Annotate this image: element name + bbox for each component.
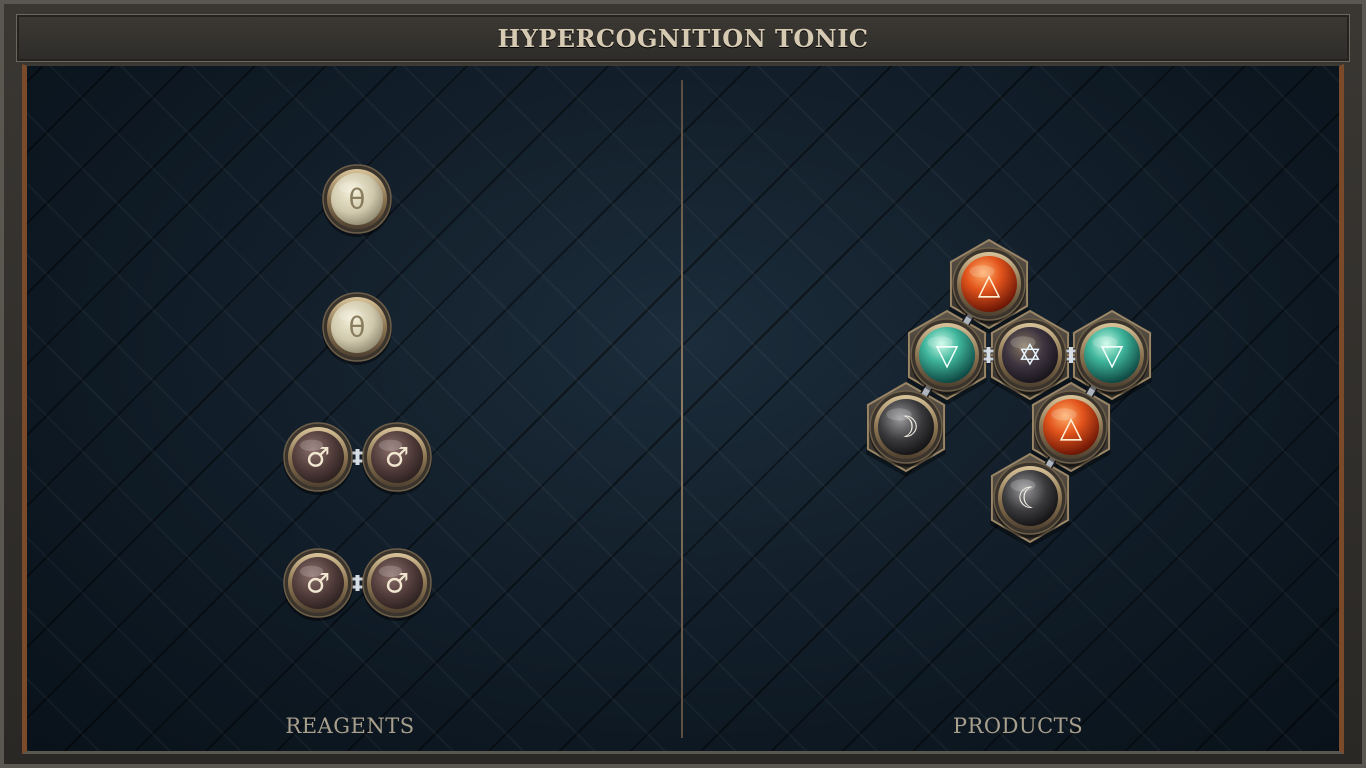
fire-atom: △ <box>952 247 1026 324</box>
salt-atom: θ <box>322 164 392 237</box>
salt-symbol: θ <box>349 312 366 343</box>
iron-symbol: ♂ <box>306 442 330 473</box>
water-atom: ▽ <box>1075 318 1149 395</box>
products-label: PRODUCTS <box>952 714 1084 738</box>
molecules-layer: θθ♂ ♂♂ ♂ △▽ ✡ ▽☽ △☾ <box>283 164 1152 621</box>
iron-symbol: ♂ <box>385 442 409 473</box>
reagents-label: REAGENTS <box>285 714 415 738</box>
reagent-molecule[interactable]: θ <box>322 292 392 365</box>
bond-cap <box>1069 347 1073 363</box>
products-area: △ ▽ ✡ ▽ ☽ △ ☾ <box>866 238 1152 548</box>
fire-symbol: △ <box>978 267 1001 301</box>
salt-symbol: θ <box>349 184 366 215</box>
silver-atom: ☾ <box>993 461 1067 538</box>
fire-atom: △ <box>1034 390 1108 467</box>
water-symbol: ▽ <box>936 338 959 372</box>
water-atom: ▽ <box>910 318 984 395</box>
salt-atom: θ <box>322 292 392 365</box>
quintessence-atom: ✡ <box>993 318 1067 395</box>
reagent-molecule[interactable]: ♂ ♂ <box>283 548 432 621</box>
silver-symbol: ☽ <box>893 410 919 444</box>
iron-atom: ♂ <box>362 422 432 495</box>
bond-cap <box>355 575 360 591</box>
reagents-area: θθ♂ ♂♂ ♂ <box>283 164 432 621</box>
reagent-molecule[interactable]: ♂ ♂ <box>283 422 432 495</box>
iron-atom: ♂ <box>283 548 353 621</box>
reagent-molecule[interactable]: θ <box>322 164 392 237</box>
water-symbol: ▽ <box>1101 338 1124 372</box>
bond-cap <box>986 347 991 363</box>
iron-atom: ♂ <box>362 548 432 621</box>
bond-cap <box>355 449 360 465</box>
fire-symbol: △ <box>1060 410 1083 444</box>
product-molecule[interactable]: △ ▽ ✡ ▽ ☽ △ ☾ <box>866 238 1152 548</box>
silver-symbol: ☾ <box>1017 481 1043 515</box>
quintessence-symbol: ✡ <box>1018 338 1043 372</box>
iron-symbol: ♂ <box>306 568 330 599</box>
iron-atom: ♂ <box>283 422 353 495</box>
iron-symbol: ♂ <box>385 568 409 599</box>
silver-atom: ☽ <box>869 390 943 467</box>
